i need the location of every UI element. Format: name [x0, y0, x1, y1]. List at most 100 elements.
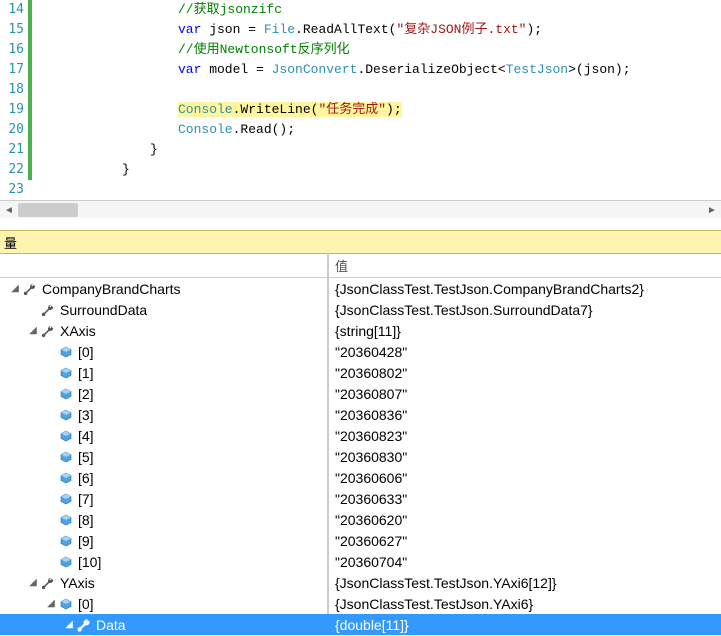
- watch-name: Data: [96, 617, 126, 633]
- watch-value: "20360627": [335, 533, 407, 549]
- column-header-name[interactable]: [0, 254, 328, 277]
- line-number: 19: [0, 100, 24, 120]
- value-cube-icon: [58, 596, 74, 612]
- watch-value: "20360620": [335, 512, 407, 528]
- scroll-thumb[interactable]: [18, 203, 78, 217]
- value-cube-icon: [58, 407, 74, 423]
- watch-name: [4]: [78, 428, 94, 444]
- value-cube-icon: [58, 512, 74, 528]
- watch-row[interactable]: [4]"20360823": [0, 425, 721, 446]
- watch-name: [9]: [78, 533, 94, 549]
- watch-row[interactable]: [1] "20360802": [0, 362, 721, 383]
- watch-name: [8]: [78, 512, 94, 528]
- horizontal-scrollbar[interactable]: ◄ ►: [0, 200, 721, 218]
- watch-panel-header[interactable]: 量: [0, 230, 721, 254]
- watch-name: SurroundData: [60, 302, 147, 318]
- watch-row[interactable]: [0] "20360428": [0, 341, 721, 362]
- watch-name: CompanyBrandCharts: [42, 281, 181, 297]
- watch-row[interactable]: [8] "20360620": [0, 509, 721, 530]
- watch-name: [10]: [78, 554, 101, 570]
- code-line[interactable]: //获取jsonzifc: [94, 0, 721, 20]
- line-number: 17: [0, 60, 24, 80]
- panel-title-text: 量: [4, 233, 17, 252]
- watch-row[interactable]: [6] "20360606": [0, 467, 721, 488]
- watch-row[interactable]: ◢ Data {double[11]}: [0, 614, 721, 635]
- watch-row[interactable]: [3] "20360836": [0, 404, 721, 425]
- collapse-toggle-icon[interactable]: ◢: [62, 619, 76, 630]
- watch-row[interactable]: [5] "20360830": [0, 446, 721, 467]
- property-wrench-icon: [40, 575, 56, 591]
- watch-row[interactable]: ◢XAxis{string[11]}: [0, 320, 721, 341]
- watch-value: "20360802": [335, 365, 407, 381]
- collapse-toggle-icon[interactable]: ◢: [44, 598, 58, 609]
- line-number: 22: [0, 160, 24, 180]
- watch-value: "20360830": [335, 449, 407, 465]
- watch-row[interactable]: [7]"20360633": [0, 488, 721, 509]
- watch-name: [0]: [78, 344, 94, 360]
- column-header-value[interactable]: 值: [328, 254, 721, 277]
- watch-row[interactable]: ◢[0]{JsonClassTest.TestJson.YAxi6}: [0, 593, 721, 614]
- watch-name: [2]: [78, 386, 94, 402]
- scroll-left-arrow-icon[interactable]: ◄: [0, 201, 18, 219]
- value-cube-icon: [58, 491, 74, 507]
- watch-tree[interactable]: ◢ CompanyBrandCharts {JsonClassTest.TestJs…: [0, 278, 721, 636]
- code-line[interactable]: Console.WriteLine("任务完成");: [94, 100, 721, 120]
- watch-columns-header: 值: [0, 254, 721, 278]
- watch-value: "20360606": [335, 470, 407, 486]
- line-number: 14: [0, 0, 24, 20]
- code-line[interactable]: [94, 180, 721, 200]
- watch-value: {string[11]}: [335, 323, 401, 339]
- code-line[interactable]: Console.Read();: [94, 120, 721, 140]
- line-number: 16: [0, 40, 24, 60]
- line-number: 21: [0, 140, 24, 160]
- watch-value: "20360836": [335, 407, 407, 423]
- code-content[interactable]: //获取jsonzifcvar json = File.ReadAllText(…: [44, 0, 721, 200]
- value-cube-icon: [58, 344, 74, 360]
- watch-name: [6]: [78, 470, 94, 486]
- watch-value: {JsonClassTest.TestJson.CompanyBrandChar…: [335, 281, 644, 297]
- collapse-toggle-icon[interactable]: ◢: [8, 283, 22, 294]
- watch-value: "20360633": [335, 491, 407, 507]
- collapse-toggle-icon[interactable]: ◢: [26, 577, 40, 588]
- property-wrench-icon: [40, 302, 56, 318]
- property-wrench-icon: [76, 617, 92, 633]
- watch-row[interactable]: SurroundData{JsonClassTest.TestJson.Surr…: [0, 299, 721, 320]
- property-wrench-icon: [40, 323, 56, 339]
- value-cube-icon: [58, 533, 74, 549]
- value-cube-icon: [58, 449, 74, 465]
- code-line[interactable]: }: [94, 160, 721, 180]
- watch-name: YAxis: [60, 575, 95, 591]
- value-cube-icon: [58, 365, 74, 381]
- property-wrench-icon: [22, 281, 38, 297]
- value-cube-icon: [58, 428, 74, 444]
- watch-name: [5]: [78, 449, 94, 465]
- watch-value: {JsonClassTest.TestJson.YAxi6[12]}: [335, 575, 557, 591]
- watch-row[interactable]: [2] "20360807": [0, 383, 721, 404]
- watch-value: {JsonClassTest.TestJson.YAxi6}: [335, 596, 533, 612]
- value-cube-icon: [58, 386, 74, 402]
- line-number: 20: [0, 120, 24, 140]
- scroll-right-arrow-icon[interactable]: ►: [703, 201, 721, 219]
- code-line[interactable]: var model = JsonConvert.DeserializeObjec…: [94, 60, 721, 80]
- code-editor[interactable]: 1415161718192021222324 //获取jsonzifcvar j…: [0, 0, 721, 200]
- watch-value: "20360428": [335, 344, 407, 360]
- watch-row[interactable]: [10] "20360704": [0, 551, 721, 572]
- code-line[interactable]: var json = File.ReadAllText("复杂JSON例子.tx…: [94, 20, 721, 40]
- watch-value: "20360704": [335, 554, 407, 570]
- line-number: 23: [0, 180, 24, 200]
- code-line[interactable]: //使用Newtonsoft反序列化: [94, 40, 721, 60]
- watch-name: [1]: [78, 365, 94, 381]
- line-number: 15: [0, 20, 24, 40]
- collapse-toggle-icon[interactable]: ◢: [26, 325, 40, 336]
- change-marker-strip: [28, 0, 44, 200]
- watch-row[interactable]: [9] "20360627": [0, 530, 721, 551]
- watch-name: [3]: [78, 407, 94, 423]
- value-cube-icon: [58, 470, 74, 486]
- watch-value: {double[11]}: [335, 617, 409, 633]
- code-line[interactable]: }: [94, 140, 721, 160]
- watch-row[interactable]: ◢ YAxis {JsonClassTest.TestJson.YAxi6[12]}: [0, 572, 721, 593]
- watch-value: "20360807": [335, 386, 407, 402]
- code-line[interactable]: [94, 80, 721, 100]
- watch-row[interactable]: ◢ CompanyBrandCharts {JsonClassTest.TestJs…: [0, 278, 721, 299]
- line-number-gutter: 1415161718192021222324: [0, 0, 28, 200]
